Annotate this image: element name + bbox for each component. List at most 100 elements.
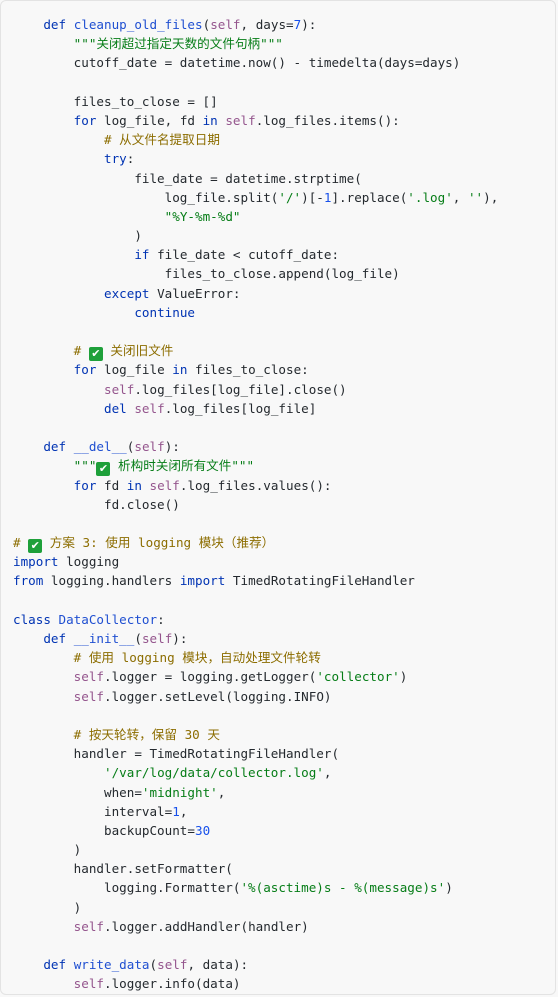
keyword-token: class [13, 611, 51, 627]
code-line: for log_file in files_to_close: [13, 360, 498, 379]
code-line: '/var/log/data/collector.log', [13, 763, 498, 782]
number-token: 30 [194, 822, 211, 838]
code-token: fd [96, 477, 127, 493]
code-line: """ ✔ 析构时关闭所有文件""" [13, 456, 498, 477]
code-token: interval= [13, 803, 173, 819]
code-token: ) [399, 669, 408, 685]
string-token: '/' [278, 189, 302, 205]
self-token: self [141, 631, 173, 646]
string-token: """ [73, 458, 97, 474]
code-line: ) [13, 226, 498, 245]
code-line: backupCount=30 [13, 821, 498, 840]
code-line: # 使用 logging 模块，自动处理文件轮转 [13, 648, 498, 667]
string-token: 'collector' [316, 669, 400, 685]
string-token: 'midnight' [141, 784, 218, 800]
code-line: ) [13, 898, 498, 917]
code-token: handler = TimedRotatingFileHandler( [13, 746, 340, 762]
code-line: try: [13, 149, 498, 168]
code-block: def cleanup_old_files(self, days=7): """… [0, 0, 556, 995]
code-token: log_file [96, 362, 173, 378]
code-line: fd.close() [13, 495, 498, 514]
code-line: logging.Formatter('%(asctime)s - %(messa… [13, 878, 498, 897]
code-token: log_file, fd [96, 112, 203, 128]
self-token: self [73, 669, 105, 685]
keyword-token: def [43, 439, 67, 455]
code-token: , data): [187, 957, 249, 973]
comment-token: # 从文件名提取日期 [104, 132, 220, 148]
code-token: ) [445, 880, 453, 896]
keyword-token: for [73, 112, 97, 128]
self-token: self [149, 477, 180, 493]
code-token: .log_files.items(): [255, 112, 400, 128]
code-line: """关闭超过指定天数的文件句柄""" [13, 34, 498, 53]
self-token: self [73, 976, 105, 992]
code-token: : [157, 611, 165, 627]
comment-token: # [73, 343, 89, 359]
code-token: ) [13, 228, 142, 244]
code-line: handler.setFormatter( [13, 859, 498, 878]
self-token: self [134, 400, 165, 416]
code-token: ( [134, 631, 142, 646]
code-line: # ✔ 关闭旧文件 [13, 341, 498, 362]
code-line: files_to_close.append(log_file) [13, 264, 498, 283]
keyword-token: del [104, 400, 127, 416]
keyword-token: if [134, 247, 150, 263]
keyword-token: except [104, 285, 150, 301]
code-token: logging.handlers [43, 573, 180, 589]
code-token: ): [301, 17, 317, 32]
code-line: files_to_close = [] [13, 92, 498, 111]
code-token: .logger.info(data) [104, 976, 241, 992]
code-token: cutoff_date = datetime.now() - timedelta… [13, 55, 461, 71]
code-token: , [179, 803, 188, 819]
comment-token: # [13, 535, 29, 551]
code-line: handler = TimedRotatingFileHandler( [13, 744, 498, 763]
comment-token: # 使用 logging 模块，自动处理文件轮转 [73, 650, 321, 666]
keyword-token: in [172, 362, 188, 378]
code-token: .log_files[log_file].close() [134, 381, 347, 397]
keyword-token: for [73, 362, 97, 378]
keyword-token: in [202, 112, 218, 128]
code-token: .log_files.values(): [179, 477, 332, 493]
string-token: "%Y-%m-%d" [164, 208, 241, 224]
keyword-token: import [179, 573, 226, 589]
code-token: .log_files[log_file] [164, 400, 317, 416]
code-token: fd.close() [13, 496, 180, 512]
code-token: )[- [301, 189, 324, 205]
code-line: class DataCollector: [13, 610, 498, 629]
string-token: '/var/log/data/collector.log' [104, 765, 324, 781]
code-line: interval=1, [13, 802, 498, 821]
self-token: self [104, 381, 135, 397]
code-line: def write_data(self, data): [13, 955, 498, 974]
function-name-token: __init__ [73, 631, 135, 646]
code-token: files_to_close.append(log_file) [13, 266, 400, 282]
code-line: def __init__(self): [13, 629, 498, 648]
